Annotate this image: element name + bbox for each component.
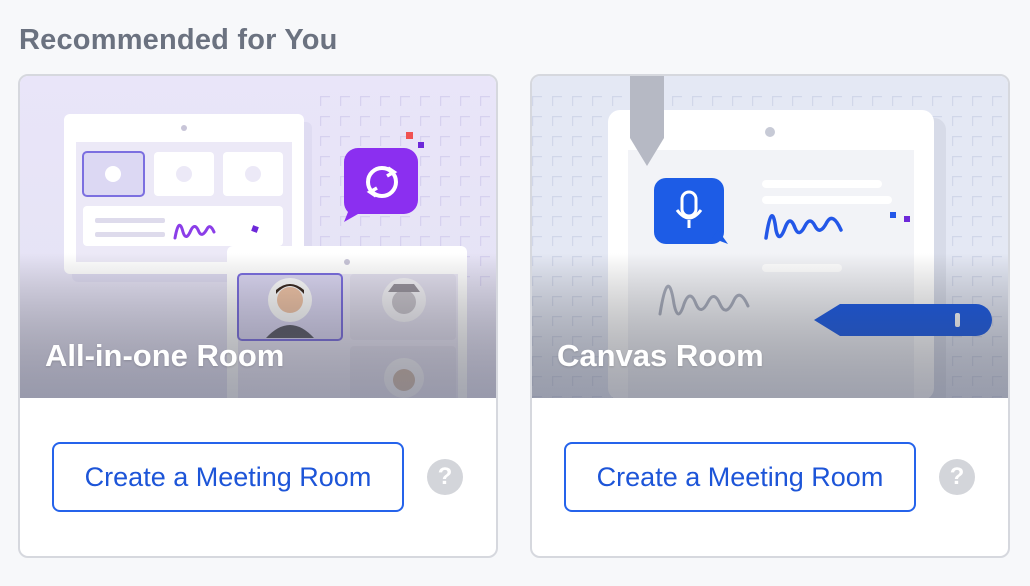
section-title: Recommended for You [19, 24, 338, 56]
help-icon[interactable]: ? [939, 459, 975, 495]
canvas-room-banner: Canvas Room [532, 76, 1008, 398]
help-icon[interactable]: ? [427, 459, 463, 495]
card-title: All-in-one Room [45, 338, 285, 373]
create-meeting-room-button[interactable]: Create a Meeting Room [564, 442, 916, 512]
all-in-one-room-card: All-in-one Room Create a Meeting Room ? [18, 74, 498, 558]
all-in-one-room-banner: All-in-one Room [20, 76, 496, 398]
card-title: Canvas Room [557, 338, 764, 373]
canvas-room-card: Canvas Room Create a Meeting Room ? [530, 74, 1010, 558]
create-meeting-room-button[interactable]: Create a Meeting Room [52, 442, 404, 512]
